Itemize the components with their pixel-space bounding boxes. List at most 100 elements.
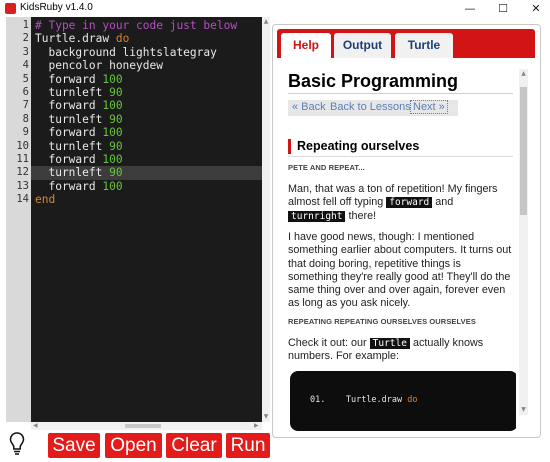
- back-link[interactable]: « Back: [292, 101, 326, 113]
- line-number: 2: [22, 32, 29, 45]
- code-line[interactable]: forward 100: [35, 153, 122, 166]
- paragraph-text: Check it out: our: [288, 337, 370, 349]
- open-button[interactable]: Open: [105, 433, 162, 458]
- scroll-up-arrow-icon[interactable]: ▲: [519, 70, 528, 77]
- code-line[interactable]: turnleft 90: [35, 139, 123, 153]
- line-number: 14: [16, 193, 29, 206]
- code-token: forward: [35, 99, 103, 113]
- line-number: 6: [22, 86, 29, 98]
- paragraph: Man, that was a ton of repetition! My fi…: [288, 183, 513, 223]
- line-number: 11: [16, 153, 29, 165]
- code-token: 100: [102, 179, 123, 193]
- code-token: 100: [102, 126, 123, 140]
- run-button[interactable]: Run: [226, 433, 270, 458]
- code-line[interactable]: turnleft 90: [35, 113, 122, 126]
- code-token: 90: [109, 86, 123, 99]
- back-to-lessons-link[interactable]: Back to Lessons: [330, 101, 411, 113]
- clear-button[interactable]: Clear: [166, 433, 222, 458]
- paragraph-text: and: [432, 196, 454, 209]
- page-title: Basic Programming: [288, 71, 459, 91]
- code-line-number: 01.: [310, 395, 326, 405]
- title-bar: KidsRuby v1.4.0 — ☐ ✕: [0, 0, 550, 17]
- editor-vertical-scrollbar[interactable]: ▲ ▼: [262, 17, 270, 422]
- code-line[interactable]: end: [35, 193, 55, 206]
- line-number: 8: [22, 112, 29, 125]
- code-line[interactable]: # Type in your code just below: [35, 19, 237, 32]
- code-line[interactable]: pencolor honeydew: [35, 59, 163, 72]
- code-token: turnleft: [35, 139, 110, 153]
- code-editor[interactable]: 1 2 3 4 5 6 7 8 9 10 11 12 13 14 # Type in your code …: [6, 17, 270, 430]
- code-line[interactable]: Turtle.draw do: [35, 32, 129, 45]
- help-scroll-thumb[interactable]: [520, 87, 527, 215]
- code-token: 100: [102, 99, 123, 113]
- help-content: Basic Programming « Back Back to Lessons…: [278, 65, 516, 435]
- code-token: turnleft: [35, 86, 110, 99]
- code-token: # Type in your code just below: [35, 19, 238, 32]
- tab-turtle[interactable]: Turtle: [395, 33, 453, 58]
- editor-horizontal-scrollbar[interactable]: ◀ ▶: [31, 422, 262, 430]
- scroll-left-arrow-icon[interactable]: ◀: [33, 422, 38, 429]
- scroll-up-arrow-icon[interactable]: ▲: [262, 18, 270, 25]
- help-panel: Help Output Turtle Basic Programming « B…: [272, 24, 541, 438]
- code-token: end: [35, 193, 56, 207]
- line-number: 3: [22, 45, 29, 58]
- code-line[interactable]: forward 100: [35, 99, 123, 113]
- code-token: Turtle.draw: [35, 32, 116, 46]
- line-number: 12: [16, 166, 29, 179]
- next-link[interactable]: Next »: [410, 100, 448, 114]
- help-vertical-scrollbar[interactable]: ▲ ▼: [519, 69, 528, 415]
- paragraph-text: there!: [345, 209, 377, 222]
- tab-bar: Help Output Turtle: [277, 29, 535, 58]
- section-title: Repeating ourselves: [288, 139, 419, 154]
- title-divider: [288, 93, 513, 94]
- subheading: REPEATING REPEATING OURSELVES OURSELVES: [288, 317, 476, 326]
- line-number: 9: [22, 126, 29, 139]
- inline-code: Turtle: [369, 338, 410, 349]
- code-token: turnleft: [35, 166, 110, 180]
- code-token: forward: [35, 179, 103, 193]
- line-number: 1: [22, 19, 29, 31]
- lightbulb-icon[interactable]: [9, 431, 25, 457]
- line-number: 13: [16, 179, 29, 192]
- minimize-button[interactable]: —: [456, 0, 484, 17]
- line-number: 10: [16, 139, 29, 152]
- subheading: PETE AND REPEAT...: [288, 163, 365, 172]
- paragraph: Check it out: our Turtle actually knows …: [288, 337, 513, 364]
- code-token: pencolor honeydew: [35, 59, 163, 73]
- section-divider: [288, 156, 513, 157]
- code-token: forward: [35, 72, 103, 86]
- code-text-area[interactable]: # Type in your code just below Turtle.dra…: [31, 17, 262, 422]
- code-token: do: [115, 32, 130, 46]
- app-icon: [5, 3, 16, 14]
- inline-code: forward: [386, 197, 433, 209]
- horizontal-scroll-thumb[interactable]: [125, 424, 161, 428]
- code-text: Turtle.draw: [345, 395, 408, 405]
- line-number-gutter: 1 2 3 4 5 6 7 8 9 10 11 12 13 14: [6, 17, 31, 422]
- code-line[interactable]: background lightslategray: [35, 45, 217, 59]
- code-token: 90: [109, 139, 123, 153]
- code-token: background lightslategray: [35, 45, 217, 59]
- lesson-nav: « Back Back to Lessons Next »: [288, 100, 458, 116]
- code-example-line: 01. Turtle.draw do: [310, 395, 418, 405]
- code-token: forward: [35, 153, 103, 166]
- code-token: 100: [102, 72, 123, 86]
- code-line[interactable]: forward 100: [35, 179, 123, 193]
- close-button[interactable]: ✕: [522, 0, 550, 17]
- scroll-down-arrow-icon[interactable]: ▼: [519, 406, 528, 413]
- line-number: 7: [22, 99, 29, 112]
- save-button[interactable]: Save: [48, 433, 100, 458]
- maximize-button[interactable]: ☐: [489, 0, 517, 17]
- code-line[interactable]: forward 100: [35, 126, 123, 140]
- paragraph: I have good news, though: I mentioned so…: [288, 231, 512, 310]
- scroll-right-arrow-icon[interactable]: ▶: [254, 422, 259, 429]
- tab-help[interactable]: Help: [281, 33, 331, 58]
- code-example-block: 01. Turtle.draw do: [290, 371, 516, 431]
- code-token: 90: [109, 166, 123, 180]
- tab-output[interactable]: Output: [334, 33, 391, 58]
- line-number: 4: [22, 59, 29, 72]
- code-line[interactable]: forward 100: [35, 72, 123, 86]
- code-line[interactable]: turnleft 90: [35, 166, 123, 180]
- code-line[interactable]: turnleft 90: [35, 86, 123, 99]
- scroll-down-arrow-icon[interactable]: ▼: [262, 413, 270, 420]
- window-title: KidsRuby v1.4.0: [20, 2, 93, 13]
